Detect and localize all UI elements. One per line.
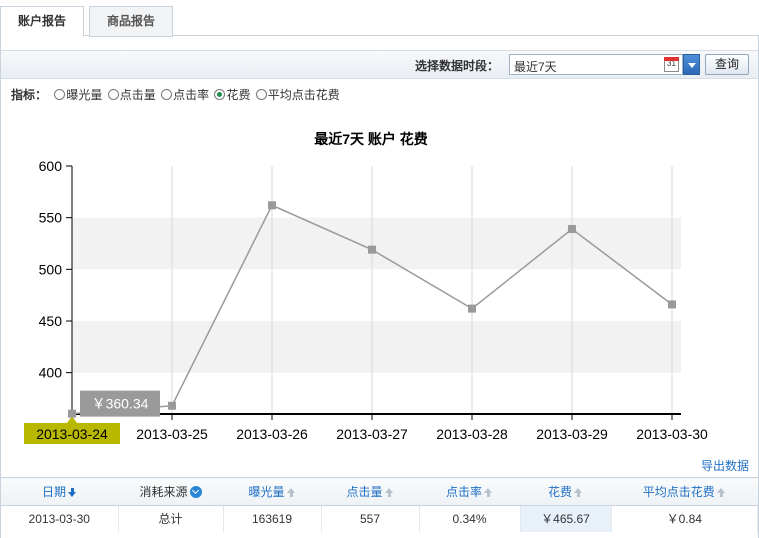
x-tick-label: 2013-03-24 bbox=[36, 426, 108, 442]
sort-up-icon[interactable] bbox=[384, 488, 394, 497]
cell-ctr: 0.34% bbox=[419, 505, 521, 532]
x-tick-label: 2013-03-28 bbox=[436, 426, 508, 442]
col-ctr[interactable]: 点击率 bbox=[419, 477, 520, 506]
radio-cost[interactable] bbox=[214, 89, 226, 100]
period-toolbar: 选择数据时段： 最近7天 31 查询 bbox=[1, 50, 758, 79]
cell-avg-cpc: ￥0.84 bbox=[611, 505, 758, 532]
metric-impressions-label: 曝光量 bbox=[66, 88, 103, 102]
cell-cost: ￥465.67 bbox=[520, 505, 612, 532]
radio-clicks[interactable] bbox=[107, 89, 119, 100]
col-impressions-label: 曝光量 bbox=[248, 485, 285, 499]
radio-avg-cpc[interactable] bbox=[255, 89, 267, 100]
chart-title: 最近7天 账户 花费 bbox=[314, 131, 428, 147]
col-date-label: 日期 bbox=[41, 485, 66, 499]
col-cost[interactable]: 花费 bbox=[520, 477, 611, 506]
data-point bbox=[568, 225, 576, 234]
table-header-row: 日期 消耗来源 曝光量 点击量 点击率 花费 平均点击花费 bbox=[1, 477, 758, 506]
data-point bbox=[268, 201, 276, 210]
period-label: 选择数据时段： bbox=[415, 59, 500, 73]
col-ctr-label: 点击率 bbox=[445, 485, 482, 499]
radio-impressions[interactable] bbox=[54, 89, 66, 100]
x-tick-label: 2013-03-29 bbox=[536, 426, 608, 442]
y-tick-label: 500 bbox=[39, 261, 63, 277]
col-avg-cpc-label: 平均点击花费 bbox=[642, 485, 715, 499]
tab-product-report[interactable]: 商品报告 bbox=[89, 6, 173, 37]
metric-avg-cpc[interactable]: 平均点击花费 bbox=[255, 86, 340, 103]
calendar-icon[interactable]: 31 bbox=[664, 57, 679, 72]
metric-ctr-label: 点击率 bbox=[173, 88, 210, 102]
metric-impressions[interactable]: 曝光量 bbox=[54, 86, 102, 103]
metrics-label: 指标： bbox=[11, 88, 48, 102]
x-tick-label: 2013-03-26 bbox=[236, 426, 308, 442]
sort-down-icon[interactable] bbox=[68, 488, 77, 497]
data-point bbox=[468, 304, 476, 313]
grid-band bbox=[72, 217, 681, 270]
cell-date: 2013-03-30 bbox=[1, 505, 119, 532]
table-row: 2013-03-30 总计 163619 557 0.34% ￥465.67 ￥… bbox=[1, 505, 758, 532]
period-dropdown-button[interactable] bbox=[683, 54, 700, 75]
chart-svg: 400 450 500 550 600 2013-03-24 2013-03-25 2013-… bbox=[24, 158, 708, 444]
export-data-link[interactable]: 导出数据 bbox=[701, 457, 749, 474]
data-point bbox=[668, 300, 676, 309]
tab-account-report[interactable]: 账户报告 bbox=[0, 6, 84, 37]
col-source[interactable]: 消耗来源 bbox=[118, 477, 223, 506]
query-button[interactable]: 查询 bbox=[705, 54, 749, 75]
data-point bbox=[168, 401, 176, 410]
col-source-label: 消耗来源 bbox=[139, 485, 188, 499]
sort-up-icon[interactable] bbox=[716, 488, 726, 497]
metric-selector: 指标： 曝光量 点击量 点击率 花费 平均点击花费 bbox=[11, 86, 342, 102]
report-tabs: 账户报告 商品报告 bbox=[0, 0, 759, 37]
period-select[interactable]: 最近7天 31 bbox=[509, 54, 683, 75]
radio-ctr[interactable] bbox=[161, 89, 173, 100]
col-date[interactable]: 日期 bbox=[1, 477, 118, 506]
metric-clicks[interactable]: 点击量 bbox=[107, 86, 156, 103]
data-point bbox=[68, 409, 76, 418]
cell-impressions: 163619 bbox=[223, 505, 322, 532]
metric-ctr[interactable]: 点击率 bbox=[161, 86, 209, 103]
y-tick-label: 550 bbox=[39, 210, 63, 226]
x-tick-label: 2013-03-30 bbox=[636, 426, 708, 442]
col-impressions[interactable]: 曝光量 bbox=[223, 477, 321, 506]
y-tick-label: 400 bbox=[39, 365, 63, 381]
report-panel: 选择数据时段： 最近7天 31 查询 指标： 曝光量 点击量 点击率 花费 平均… bbox=[0, 36, 759, 538]
report-table: 日期 消耗来源 曝光量 点击量 点击率 花费 平均点击花费 2013-03-30… bbox=[1, 477, 758, 532]
metric-cost-label: 花费 bbox=[226, 88, 251, 102]
dropdown-info-icon[interactable] bbox=[189, 486, 202, 498]
metric-avg-cpc-label: 平均点击花费 bbox=[267, 88, 340, 102]
sort-up-icon[interactable] bbox=[484, 488, 493, 497]
col-clicks[interactable]: 点击量 bbox=[321, 477, 419, 506]
x-tick-label: 2013-03-25 bbox=[136, 426, 208, 442]
y-tick-label: 600 bbox=[39, 158, 63, 174]
data-point bbox=[368, 245, 376, 254]
metric-clicks-label: 点击量 bbox=[119, 88, 156, 102]
metric-cost[interactable]: 花费 bbox=[214, 86, 250, 103]
cell-clicks: 557 bbox=[321, 505, 420, 532]
col-cost-label: 花费 bbox=[547, 485, 572, 499]
period-value: 最近7天 bbox=[514, 60, 557, 74]
col-avg-cpc[interactable]: 平均点击花费 bbox=[611, 477, 758, 506]
grid-band bbox=[72, 321, 681, 373]
cost-chart: 400 450 500 550 600 2013-03-24 2013-03-25 2013-… bbox=[1, 121, 758, 451]
cell-source: 总计 bbox=[118, 505, 224, 532]
col-clicks-label: 点击量 bbox=[346, 485, 383, 499]
sort-up-icon[interactable] bbox=[574, 488, 583, 497]
tooltip-label: ￥360.34 bbox=[92, 396, 149, 412]
y-tick-label: 450 bbox=[39, 313, 63, 329]
x-tick-label: 2013-03-27 bbox=[336, 426, 408, 442]
sort-up-icon[interactable] bbox=[286, 488, 296, 497]
